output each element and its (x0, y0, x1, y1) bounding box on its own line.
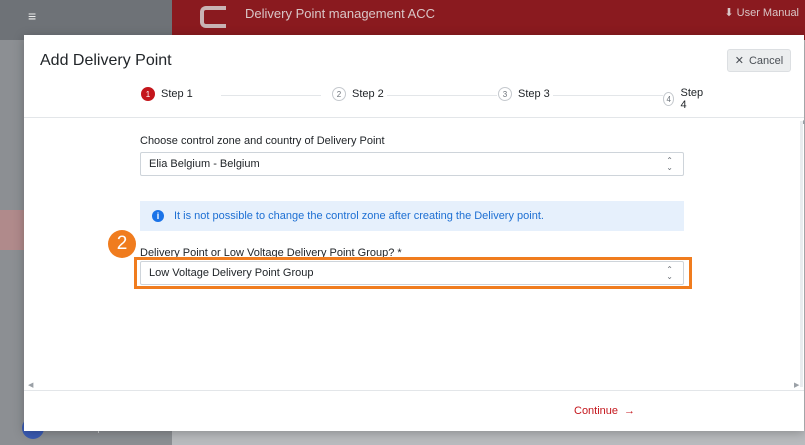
info-icon: i (152, 210, 164, 222)
step-number: 1 (141, 87, 155, 101)
continue-label: Continue (574, 405, 619, 417)
step-1[interactable]: 1 Step 1 (141, 87, 193, 101)
divider (24, 390, 804, 391)
step-number: 4 (663, 92, 675, 106)
control-zone-select[interactable]: Elia Belgium - Belgium ⌃ ⌄ (140, 152, 684, 176)
step-number: 2 (332, 87, 346, 101)
arrow-right-icon: → (624, 405, 636, 417)
annotation-badge: 2 (108, 230, 136, 258)
close-icon: ✕ (734, 55, 744, 67)
app-header: ≡ Delivery Point management ACC ⬇ User M… (0, 0, 805, 40)
step-label: Step 1 (161, 88, 193, 100)
step-label: Step 4 (680, 87, 704, 111)
step-connector (387, 95, 497, 96)
app-title: Delivery Point management ACC (245, 6, 436, 21)
step-connector (221, 95, 321, 96)
app-logo (200, 6, 226, 28)
step-2[interactable]: 2 Step 2 (332, 87, 384, 101)
divider (24, 117, 804, 118)
scroll-left-icon[interactable]: ◀ (28, 381, 33, 389)
step-number: 3 (498, 87, 512, 101)
continue-button[interactable]: Continue → (574, 405, 635, 417)
scroll-right-icon[interactable]: ▶ (794, 381, 799, 389)
sidebar-accent (0, 210, 24, 250)
info-alert: i It is not possible to change the contr… (140, 201, 684, 231)
control-zone-label: Choose control zone and country of Deliv… (140, 135, 385, 147)
user-manual-link[interactable]: ⬇ User Manual (724, 6, 799, 19)
info-text: It is not possible to change the control… (174, 210, 544, 222)
step-connector (553, 95, 663, 96)
cancel-button[interactable]: ✕ Cancel (727, 49, 791, 72)
user-manual-label: User Manual (736, 7, 799, 19)
menu-icon[interactable]: ≡ (28, 8, 36, 24)
control-zone-value: Elia Belgium - Belgium (149, 158, 260, 170)
cancel-label: Cancel (748, 54, 784, 67)
step-4[interactable]: 4 Step 4 (663, 87, 706, 111)
step-label: Step 2 (352, 88, 384, 100)
step-3[interactable]: 3 Step 3 (498, 87, 550, 101)
sort-icon: ⌃ ⌄ (666, 156, 673, 172)
annotation-highlight-box (134, 257, 692, 289)
vertical-scrollbar[interactable] (800, 121, 803, 387)
stepper: 1 Step 1 2 Step 2 3 Step 3 4 Step 4 (141, 87, 703, 111)
step-label: Step 3 (518, 88, 550, 100)
modal-title: Add Delivery Point (40, 52, 172, 69)
add-delivery-point-modal: Add Delivery Point ✕ Cancel 1 Step 1 2 S… (24, 35, 805, 431)
